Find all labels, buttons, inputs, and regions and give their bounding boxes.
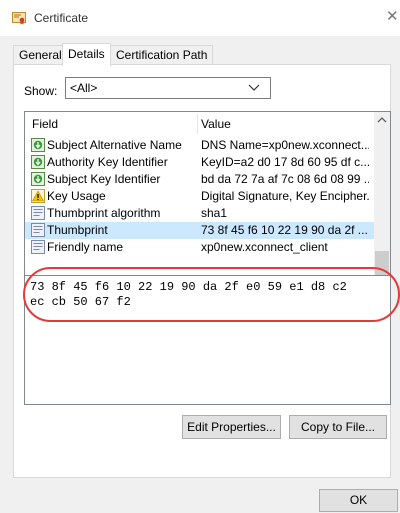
property-icon <box>31 206 45 220</box>
row-field: Subject Key Identifier <box>47 172 161 186</box>
column-divider[interactable] <box>197 114 198 134</box>
row-field: Friendly name <box>47 240 124 254</box>
row-field: Thumbprint <box>47 223 108 237</box>
ok-button[interactable]: OK <box>319 489 398 512</box>
edit-properties-button[interactable]: Edit Properties... <box>182 415 281 439</box>
scroll-up-icon[interactable] <box>374 112 390 129</box>
chevron-down-icon <box>248 84 260 91</box>
window-title: Certificate <box>34 11 89 25</box>
row-value: bd da 72 7a af 7c 08 6d 08 99 ... <box>201 172 369 186</box>
tab-general[interactable]: General <box>13 45 68 65</box>
close-icon[interactable]: ✕ <box>386 8 399 26</box>
thumbprint-value-text: 73 8f 45 f6 10 22 19 90 da 2f e0 59 e1 d… <box>30 280 347 309</box>
tab-details[interactable]: Details <box>62 43 111 66</box>
property-icon <box>31 223 45 237</box>
column-header-field[interactable]: Field <box>32 116 192 132</box>
tab-general-label: General <box>19 48 62 62</box>
row-field: Authority Key Identifier <box>47 155 168 169</box>
list-item[interactable]: Subject Alternative Name DNS Name=xp0new… <box>25 137 374 154</box>
details-panel: Show: <All> Field Value Subject Alternat… <box>13 64 400 478</box>
list-item[interactable]: Key Usage Digital Signature, Key Enciphe… <box>25 188 374 205</box>
show-label: Show: <box>24 84 58 98</box>
list-header: Field Value <box>25 112 365 136</box>
list-item[interactable]: Subject Key Identifier bd da 72 7a af 7c… <box>25 171 374 188</box>
row-value: KeyID=a2 d0 17 8d 60 95 df c... <box>201 155 369 169</box>
row-value: 73 8f 45 f6 10 22 19 90 da 2f ... <box>201 223 368 237</box>
cert-extension-icon <box>31 155 45 169</box>
certificate-icon <box>12 12 26 25</box>
list-item-selected[interactable]: Thumbprint 73 8f 45 f6 10 22 19 90 da 2f… <box>25 222 374 239</box>
row-value: xp0new.xconnect_client <box>201 240 328 254</box>
show-dropdown-value: <All> <box>70 81 98 95</box>
row-field: Key Usage <box>47 189 106 203</box>
row-field: Subject Alternative Name <box>47 138 182 152</box>
value-detail-box[interactable]: 73 8f 45 f6 10 22 19 90 da 2f e0 59 e1 d… <box>23 267 400 405</box>
show-dropdown[interactable]: <All> <box>65 77 271 99</box>
row-value: DNS Name=xp0new.xconnect... <box>201 138 369 152</box>
row-value: sha1 <box>201 206 228 220</box>
cert-extension-icon <box>31 138 45 152</box>
cert-extension-icon <box>31 172 45 186</box>
property-icon <box>31 240 45 254</box>
tab-certification-path[interactable]: Certification Path <box>110 45 214 65</box>
copy-to-file-button[interactable]: Copy to File... <box>289 415 387 439</box>
column-header-value[interactable]: Value <box>201 116 361 132</box>
row-value: Digital Signature, Key Encipher... <box>201 189 369 203</box>
list-item[interactable]: Friendly name xp0new.xconnect_client <box>25 239 374 256</box>
list-item[interactable]: Thumbprint algorithm sha1 <box>25 205 374 222</box>
list-item[interactable]: Authority Key Identifier KeyID=a2 d0 17 … <box>25 154 374 171</box>
tab-certification-path-label: Certification Path <box>116 48 208 62</box>
warning-icon <box>31 189 45 203</box>
row-field: Thumbprint algorithm <box>47 206 161 220</box>
tab-details-label: Details <box>68 47 105 61</box>
title-bar: Certificate ✕ <box>0 0 400 36</box>
